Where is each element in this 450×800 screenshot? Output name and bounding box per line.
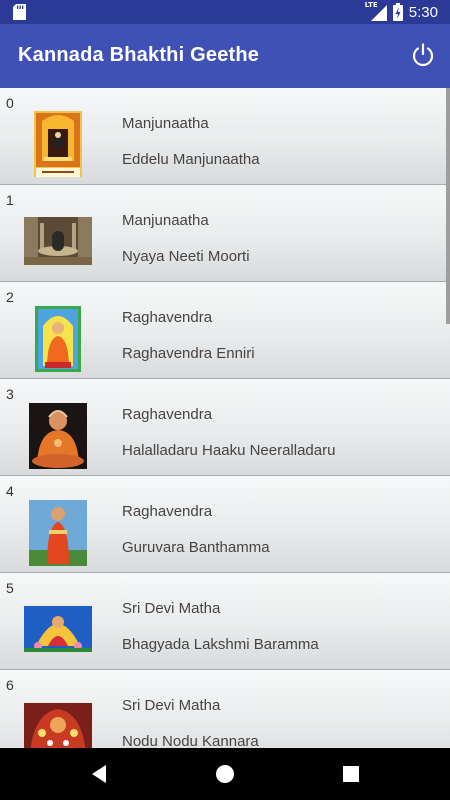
- song-name: Nyaya Neeti Moorti: [122, 248, 250, 265]
- list-item[interactable]: 0 Manjunaatha Eddelu Manjunaatha: [0, 88, 450, 185]
- song-thumbnail: [24, 703, 92, 748]
- song-category: Sri Devi Matha: [122, 600, 221, 617]
- song-name: Halalladaru Haaku Neeralladaru: [122, 442, 336, 459]
- song-thumbnail: [35, 306, 81, 372]
- recents-icon[interactable]: [339, 762, 363, 786]
- song-name: Bhagyada Lakshmi Baramma: [122, 636, 319, 653]
- song-thumbnail: [29, 500, 87, 566]
- status-bar: LTE 5:30: [0, 0, 450, 24]
- navigation-bar: [0, 748, 450, 800]
- clock: 5:30: [408, 3, 438, 21]
- app-bar: Kannada Bhakthi Geethe: [0, 24, 450, 88]
- item-index: 0: [6, 95, 14, 111]
- song-category: Manjunaatha: [122, 212, 209, 229]
- list-item[interactable]: 1 Manjunaatha Nyaya Neeti Moorti: [0, 185, 450, 282]
- battery-charging-icon: [392, 3, 403, 21]
- sd-card-icon: [13, 4, 26, 20]
- power-icon[interactable]: [410, 42, 436, 68]
- song-list[interactable]: 0 Manjunaatha Eddelu Manjunaatha 1 Manju…: [0, 88, 450, 748]
- song-thumbnail: [34, 111, 82, 177]
- back-icon[interactable]: [87, 762, 111, 786]
- list-item[interactable]: 2 Raghavendra Raghavendra Enniri: [0, 282, 450, 379]
- song-name: Raghavendra Enniri: [122, 345, 255, 362]
- list-item[interactable]: 3 Raghavendra Halalladaru Haaku Neeralla…: [0, 379, 450, 476]
- song-category: Manjunaatha: [122, 115, 209, 132]
- list-scrollbar[interactable]: [446, 88, 450, 324]
- song-category: Raghavendra: [122, 503, 213, 520]
- list-item[interactable]: 4 Raghavendra Guruvara Banthamma: [0, 476, 450, 573]
- song-category: Raghavendra: [122, 406, 213, 423]
- signal-icon: LTE: [365, 1, 387, 21]
- item-index: 6: [6, 677, 14, 693]
- song-name: Nodu Nodu Kannara: [122, 733, 259, 748]
- app-title: Kannada Bhakthi Geethe: [18, 44, 260, 66]
- item-index: 2: [6, 289, 14, 305]
- song-name: Eddelu Manjunaatha: [122, 151, 260, 168]
- home-icon[interactable]: [213, 762, 237, 786]
- list-item[interactable]: 6 Sri Devi Matha Nodu Nodu Kannara: [0, 670, 450, 748]
- song-category: Raghavendra: [122, 309, 213, 326]
- song-thumbnail: [24, 606, 92, 652]
- song-category: Sri Devi Matha: [122, 697, 221, 714]
- item-index: 1: [6, 192, 14, 208]
- song-thumbnail: [24, 217, 92, 265]
- song-name: Guruvara Banthamma: [122, 539, 270, 556]
- item-index: 5: [6, 580, 14, 596]
- item-index: 3: [6, 386, 14, 402]
- song-thumbnail: [29, 403, 87, 469]
- item-index: 4: [6, 483, 14, 499]
- list-item[interactable]: 5 Sri Devi Matha Bhagyada Lakshmi Baramm…: [0, 573, 450, 670]
